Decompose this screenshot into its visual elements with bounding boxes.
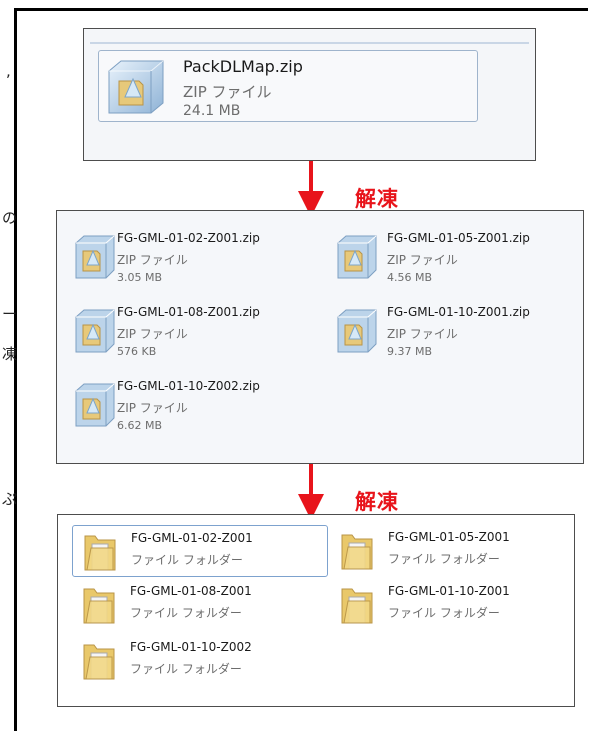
file-type: ZIP ファイル	[183, 83, 272, 101]
edge-text-fragment: 凍	[2, 345, 18, 363]
folder-item[interactable]: FG-GML-01-02-Z001 ファイル フォルダー	[72, 525, 328, 577]
folder-name: FG-GML-01-05-Z001	[388, 530, 510, 544]
edge-text-fragment: ー	[2, 305, 18, 323]
edge-text-fragment: ,	[6, 62, 11, 80]
zip-file-size: 3.05 MB	[117, 271, 163, 284]
folder-name: FG-GML-01-02-Z001	[131, 531, 253, 545]
zip-file-size: 4.56 MB	[387, 271, 433, 284]
folder-name: FG-GML-01-10-Z002	[130, 640, 252, 654]
folder-type: ファイル フォルダー	[388, 552, 500, 566]
folder-item[interactable]: FG-GML-01-10-Z002 ファイル フォルダー	[72, 635, 326, 685]
zip-archive-icon	[73, 233, 117, 281]
zip-file-name: FG-GML-01-02-Z001.zip	[117, 231, 260, 245]
zip-file-item[interactable]: FG-GML-01-02-Z001.zip ZIP ファイル 3.05 MB	[71, 229, 291, 289]
zip-archive-icon	[105, 57, 167, 117]
edge-text-fragment: ぷ	[2, 490, 18, 508]
zip-file-item[interactable]: FG-GML-01-08-Z001.zip ZIP ファイル 576 KB	[71, 303, 291, 363]
folder-item[interactable]: FG-GML-01-05-Z001 ファイル フォルダー	[330, 525, 560, 575]
folder-icon	[83, 530, 117, 572]
zip-file-name: FG-GML-01-10-Z002.zip	[117, 379, 260, 393]
source-file-item[interactable]: PackDLMap.zip ZIP ファイル 24.1 MB	[98, 50, 478, 122]
extract-label: 解凍	[355, 187, 399, 211]
folder-icon	[340, 583, 374, 625]
zip-archive-icon	[73, 381, 117, 429]
extract-label: 解凍	[355, 490, 399, 514]
down-arrow-icon	[298, 161, 324, 217]
zip-file-type: ZIP ファイル	[117, 253, 188, 267]
extracted-folder-panel: FG-GML-01-02-Z001 ファイル フォルダー FG-GML-01-0…	[57, 514, 575, 707]
folder-type: ファイル フォルダー	[130, 606, 242, 620]
zip-file-size: 9.37 MB	[387, 345, 433, 358]
folder-type: ファイル フォルダー	[131, 553, 243, 567]
source-file-panel: PackDLMap.zip ZIP ファイル 24.1 MB	[83, 28, 536, 161]
folder-item[interactable]: FG-GML-01-10-Z001 ファイル フォルダー	[330, 579, 560, 629]
folder-item[interactable]: FG-GML-01-08-Z001 ファイル フォルダー	[72, 579, 326, 629]
folder-icon	[340, 529, 374, 571]
down-arrow-icon	[298, 464, 324, 520]
zip-file-item[interactable]: FG-GML-01-10-Z002.zip ZIP ファイル 6.62 MB	[71, 377, 291, 437]
folder-name: FG-GML-01-08-Z001	[130, 584, 252, 598]
zip-file-type: ZIP ファイル	[387, 327, 458, 341]
zip-file-type: ZIP ファイル	[387, 253, 458, 267]
folder-name: FG-GML-01-10-Z001	[388, 584, 510, 598]
folder-icon	[82, 639, 116, 681]
zip-file-item[interactable]: FG-GML-01-10-Z001.zip ZIP ファイル 9.37 MB	[333, 303, 553, 363]
folder-type: ファイル フォルダー	[388, 606, 500, 620]
zip-file-name: FG-GML-01-10-Z001.zip	[387, 305, 530, 319]
zip-file-type: ZIP ファイル	[117, 327, 188, 341]
file-size: 24.1 MB	[183, 103, 241, 119]
zip-file-size: 6.62 MB	[117, 419, 163, 432]
file-name: PackDLMap.zip	[183, 57, 303, 76]
edge-text-fragment: の	[2, 209, 18, 227]
folder-icon	[82, 583, 116, 625]
zip-file-size: 576 KB	[117, 345, 157, 358]
folder-type: ファイル フォルダー	[130, 662, 242, 676]
zip-file-name: FG-GML-01-05-Z001.zip	[387, 231, 530, 245]
panel-divider	[90, 42, 529, 44]
zip-archive-icon	[335, 233, 379, 281]
zip-file-item[interactable]: FG-GML-01-05-Z001.zip ZIP ファイル 4.56 MB	[333, 229, 553, 289]
zip-archive-icon	[73, 307, 117, 355]
zip-archive-icon	[335, 307, 379, 355]
zip-file-name: FG-GML-01-08-Z001.zip	[117, 305, 260, 319]
zip-file-type: ZIP ファイル	[117, 401, 188, 415]
extracted-zip-panel: FG-GML-01-02-Z001.zip ZIP ファイル 3.05 MB F…	[56, 210, 584, 464]
